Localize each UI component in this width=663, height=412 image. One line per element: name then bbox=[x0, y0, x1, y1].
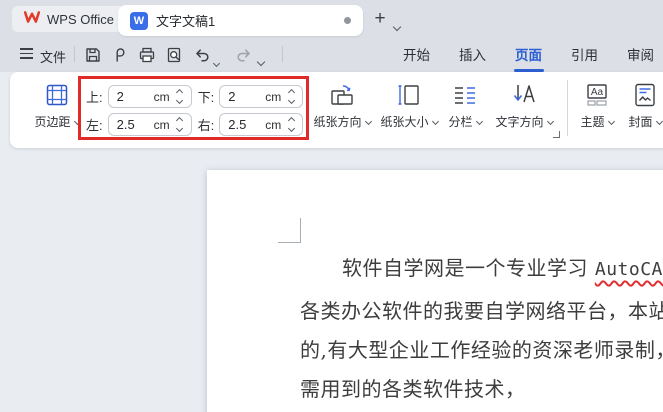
tab-insert[interactable]: 插入 bbox=[459, 42, 486, 72]
margin-corner-mark bbox=[278, 218, 301, 243]
document-text-line[interactable]: 的,有大型企业工作经验的资深老师录制， bbox=[300, 334, 663, 363]
margin-bottom-stepper[interactable] bbox=[284, 88, 298, 105]
theme-label: 主题 bbox=[580, 115, 605, 129]
cover-page-icon bbox=[632, 82, 658, 108]
divider bbox=[74, 46, 75, 62]
tab-list-chevron-icon[interactable] bbox=[392, 17, 402, 35]
paper-size-button[interactable]: 纸张大小 bbox=[376, 82, 442, 130]
svg-text:Aa: Aa bbox=[591, 87, 604, 98]
columns-label: 分栏 bbox=[448, 115, 473, 129]
text-direction-button[interactable]: 文字方向 bbox=[490, 82, 558, 130]
margin-left-stepper[interactable] bbox=[173, 116, 187, 133]
tab-references[interactable]: 引用 bbox=[571, 42, 598, 72]
margin-right-label: 右: bbox=[197, 118, 215, 133]
divider bbox=[282, 46, 283, 62]
page-margins-icon bbox=[45, 82, 69, 108]
page-setup-dialog-launcher-icon[interactable] bbox=[553, 131, 560, 138]
paragraph-text: 的,有大型企业工作经验的资深老师录制， bbox=[300, 338, 663, 362]
columns-button[interactable]: 分栏 bbox=[440, 82, 490, 130]
unsaved-indicator-icon bbox=[344, 17, 351, 24]
paper-orientation-button[interactable]: 纸张方向 bbox=[309, 82, 375, 130]
page-margins-button[interactable]: 页边距 bbox=[26, 82, 88, 130]
divider bbox=[567, 80, 568, 136]
margin-top-input[interactable]: 2 cm bbox=[107, 85, 192, 108]
wps-home-button[interactable]: WPS Office bbox=[12, 6, 126, 32]
text-direction-icon bbox=[511, 82, 537, 108]
quickbar-more-chevron-icon[interactable] bbox=[256, 52, 266, 70]
hamburger-menu-icon[interactable] bbox=[20, 48, 33, 59]
ribbon-panel: 页边距 上: 2 cm 下: 2 cm 左: 2.5 cm 右: 2.5 cm … bbox=[10, 72, 663, 148]
margin-top-value[interactable]: 2 bbox=[109, 89, 154, 104]
margin-top-unit: cm bbox=[153, 89, 170, 104]
undo-icon[interactable] bbox=[192, 45, 212, 65]
margin-right-input[interactable]: 2.5 cm bbox=[219, 113, 304, 136]
margin-left-label: 左: bbox=[86, 118, 103, 133]
export-pdf-icon[interactable] bbox=[110, 45, 130, 65]
page-margins-label: 页边距 bbox=[34, 115, 71, 129]
print-preview-icon[interactable] bbox=[164, 45, 184, 65]
theme-icon: Aa bbox=[584, 82, 610, 108]
margin-bottom-value[interactable]: 2 bbox=[220, 89, 265, 104]
file-menu-button[interactable]: 文件 bbox=[40, 47, 66, 66]
margin-row-top-bottom: 上: 2 cm 下: 2 cm bbox=[86, 85, 309, 108]
margin-right-stepper[interactable] bbox=[284, 116, 298, 133]
document-tab[interactable]: W 文字文稿1 bbox=[118, 5, 363, 36]
new-tab-button[interactable]: + bbox=[368, 7, 392, 31]
cover-page-label: 封面 bbox=[628, 115, 653, 129]
paragraph-text: 各类办公软件的我要自学网络平台，本站 bbox=[300, 299, 663, 323]
undo-options-chevron-icon[interactable] bbox=[212, 53, 221, 71]
misspelled-word: AutoCAD bbox=[594, 259, 663, 280]
text-direction-label: 文字方向 bbox=[495, 115, 544, 129]
paper-orientation-label: 纸张方向 bbox=[313, 115, 362, 129]
paper-orientation-icon bbox=[329, 82, 355, 108]
tab-home[interactable]: 开始 bbox=[403, 42, 430, 72]
save-icon[interactable] bbox=[83, 45, 103, 65]
margin-row-left-right: 左: 2.5 cm 右: 2.5 cm bbox=[86, 113, 309, 136]
ribbon-tab-bar: 开始 插入 页面 引用 审阅 bbox=[403, 42, 654, 72]
margin-left-input[interactable]: 2.5 cm bbox=[107, 113, 192, 136]
theme-button[interactable]: Aa 主题 bbox=[573, 82, 621, 130]
document-text-line[interactable]: 需用到的各类软件技术， bbox=[300, 373, 526, 402]
margin-top-label: 上: bbox=[86, 90, 103, 105]
wps-logo-icon bbox=[23, 10, 41, 28]
paragraph-text: 软件自学网是一个专业学习 bbox=[342, 256, 595, 280]
cover-page-button[interactable]: 封面 bbox=[621, 82, 663, 130]
margin-right-value[interactable]: 2.5 bbox=[220, 117, 265, 132]
margin-left-value[interactable]: 2.5 bbox=[109, 117, 154, 132]
writer-doc-icon: W bbox=[130, 11, 148, 30]
margin-right-unit: cm bbox=[265, 117, 282, 132]
columns-icon bbox=[452, 82, 478, 108]
titlebar: WPS Office W 文字文稿1 + 文件 开始 插入 页面 引用 审阅 bbox=[0, 0, 663, 72]
margin-top-stepper[interactable] bbox=[173, 88, 187, 105]
margin-bottom-unit: cm bbox=[265, 89, 282, 104]
margin-bottom-input[interactable]: 2 cm bbox=[219, 85, 304, 108]
document-tab-title: 文字文稿1 bbox=[156, 14, 216, 29]
margin-left-unit: cm bbox=[153, 117, 170, 132]
paper-size-label: 纸张大小 bbox=[380, 115, 429, 129]
print-icon[interactable] bbox=[137, 45, 157, 65]
tab-page[interactable]: 页面 bbox=[513, 42, 544, 72]
paper-size-icon bbox=[396, 82, 422, 108]
document-text-line[interactable]: 软件自学网是一个专业学习 AutoCAD bbox=[342, 252, 663, 281]
paragraph-text: 需用到的各类软件技术， bbox=[300, 377, 526, 401]
brand-label: WPS Office bbox=[47, 11, 114, 27]
wps-writer-window: WPS Office W 文字文稿1 + 文件 开始 插入 页面 引用 审阅 页… bbox=[0, 0, 663, 412]
redo-icon[interactable] bbox=[234, 45, 254, 65]
document-text-line[interactable]: 各类办公软件的我要自学网络平台，本站 bbox=[300, 295, 663, 324]
margin-bottom-label: 下: bbox=[197, 90, 215, 105]
tab-review[interactable]: 审阅 bbox=[627, 42, 654, 72]
